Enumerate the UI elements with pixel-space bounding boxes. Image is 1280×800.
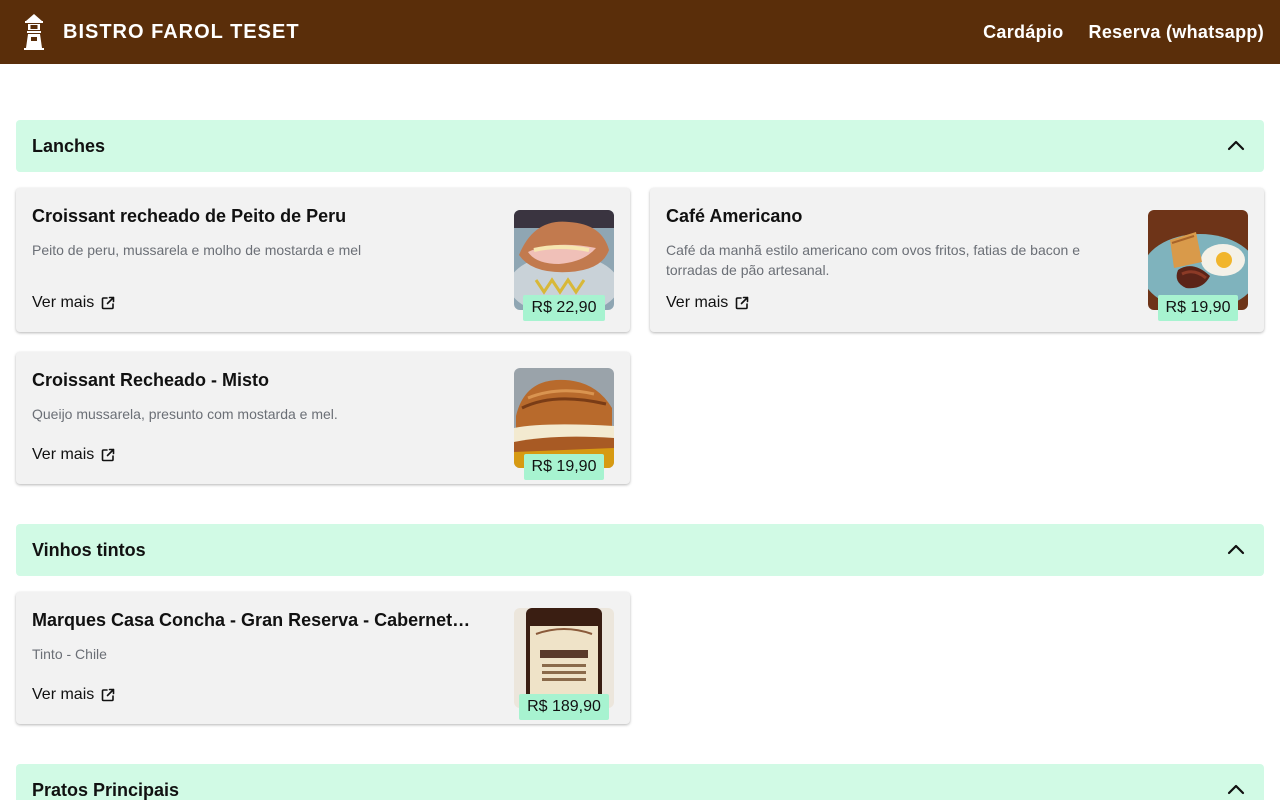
ver-mais-label: Ver mais: [666, 294, 729, 311]
external-link-icon: [101, 688, 115, 702]
main-nav: Cardápio Reserva (whatsapp): [958, 22, 1264, 43]
section-header-lanches[interactable]: Lanches: [16, 120, 1264, 172]
external-link-icon: [101, 296, 115, 310]
item-title: Marques Casa Concha - Gran Reserva - Cab…: [32, 610, 472, 630]
external-link-icon: [735, 296, 749, 310]
ver-mais-label: Ver mais: [32, 446, 95, 463]
menu-item-card[interactable]: Café Americano Café da manhã estilo amer…: [650, 188, 1264, 332]
price-tag: R$ 189,90: [519, 694, 609, 720]
ver-mais-label: Ver mais: [32, 686, 95, 703]
item-description: Queijo mussarela, presunto com mostarda …: [32, 406, 338, 422]
chevron-up-icon: [1227, 140, 1245, 151]
section-header-vinhos-tintos[interactable]: Vinhos tintos: [16, 524, 1264, 576]
item-title: Croissant Recheado - Misto: [32, 370, 270, 390]
item-description: Café da manhã estilo americano com ovos …: [666, 242, 1080, 278]
menu-item-card[interactable]: Croissant Recheado - Misto Queijo mussar…: [16, 352, 630, 484]
ver-mais-link[interactable]: Ver mais: [666, 294, 750, 312]
ver-mais-label: Ver mais: [32, 294, 95, 311]
price-tag: R$ 19,90: [524, 454, 604, 480]
ver-mais-link[interactable]: Ver mais: [32, 446, 116, 464]
item-photo: [514, 608, 614, 708]
brand-name: BISTRO FAROL TESET: [63, 20, 300, 43]
price-tag: R$ 22,90: [523, 295, 605, 321]
chevron-up-icon: [1227, 544, 1245, 555]
chevron-up-icon: [1227, 784, 1245, 795]
price-tag: R$ 19,90: [1158, 295, 1238, 321]
item-title: Croissant recheado de Peito de Peru: [32, 206, 347, 226]
item-title: Café Americano: [666, 206, 803, 226]
nav-link-cardapio[interactable]: Cardápio: [983, 22, 1063, 43]
ver-mais-link[interactable]: Ver mais: [32, 686, 116, 704]
ver-mais-link[interactable]: Ver mais: [32, 294, 116, 312]
section-title: Vinhos tintos: [32, 539, 146, 560]
lighthouse-icon: [20, 14, 48, 50]
menu-item-card[interactable]: Croissant recheado de Peito de Peru Peit…: [16, 188, 630, 332]
brand-link[interactable]: BISTRO FAROL TESET: [20, 14, 300, 50]
section-header-pratos-principais[interactable]: Pratos Principais: [16, 764, 1264, 800]
top-navbar: BISTRO FAROL TESET Cardápio Reserva (wha…: [0, 0, 1280, 64]
item-photo: [514, 368, 614, 468]
section-title: Pratos Principais: [32, 779, 180, 800]
item-description: Tinto - Chile: [32, 646, 107, 662]
external-link-icon: [101, 448, 115, 462]
nav-link-reserva[interactable]: Reserva (whatsapp): [1089, 22, 1264, 43]
item-description: Peito de peru, mussarela e molho de most…: [32, 242, 362, 258]
menu-item-card[interactable]: Marques Casa Concha - Gran Reserva - Cab…: [16, 592, 630, 724]
section-title: Lanches: [32, 135, 106, 156]
